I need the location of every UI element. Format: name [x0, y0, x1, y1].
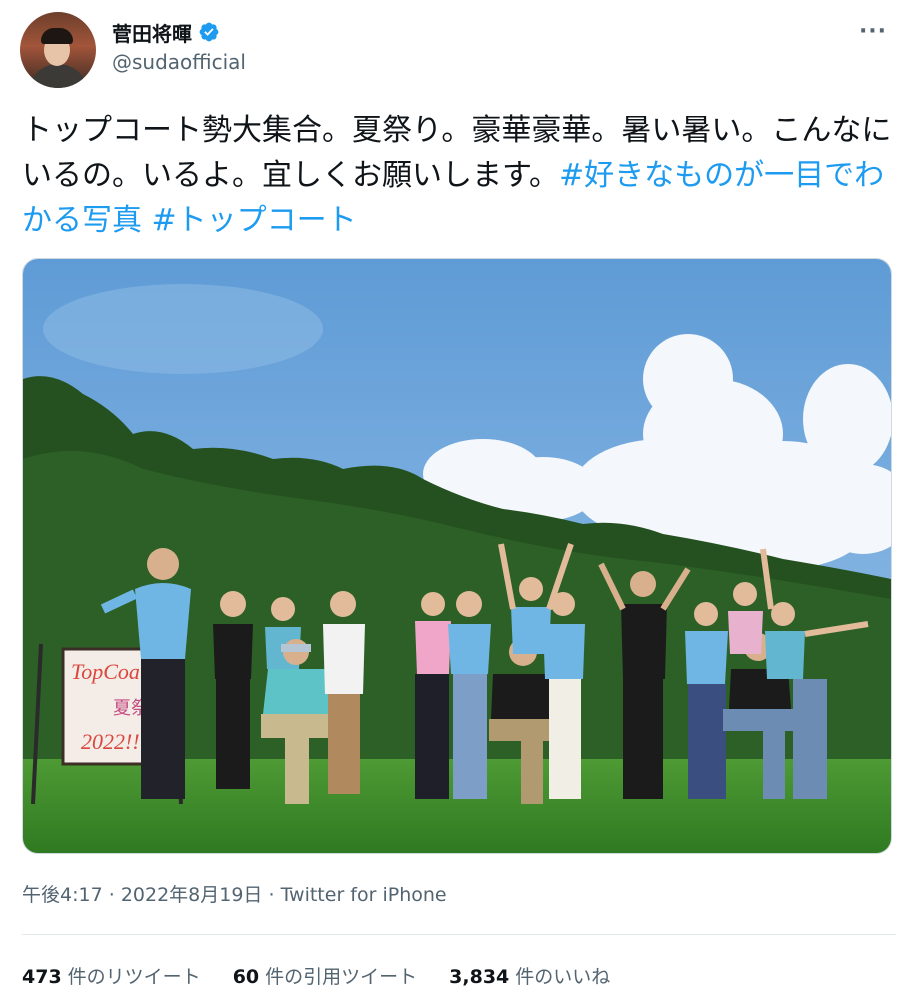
quotes-count: 60 [232, 966, 260, 988]
quotes-label: 件の引用ツイート [265, 966, 418, 988]
retweets-stat[interactable]: 473 件のリツイート [22, 962, 201, 989]
hashtag-link-2[interactable]: #トップコート [152, 203, 357, 238]
likes-count: 3,834 [449, 966, 510, 988]
avatar[interactable] [20, 12, 96, 88]
meta-separator: · [268, 884, 275, 906]
tweet-source[interactable]: Twitter for iPhone [281, 884, 447, 906]
tweet-photo[interactable]: TopCoat 夏祭り 2022!! [22, 258, 892, 854]
divider [22, 934, 896, 935]
display-name[interactable]: 菅田将暉 [112, 18, 192, 47]
avatar-body [28, 64, 88, 88]
tweet-time[interactable]: 午後4:17 [22, 884, 103, 906]
tweet-header: 菅田将暉 @sudaofficial ··· [20, 12, 896, 88]
likes-stat[interactable]: 3,834 件のいいね [449, 962, 610, 989]
verified-badge-icon [199, 22, 219, 42]
tweet-meta: 午後4:17 · 2022年8月19日 · Twitter for iPhone [22, 880, 447, 907]
more-options-icon[interactable]: ··· [856, 16, 890, 46]
name-row: 菅田将暉 [112, 18, 220, 46]
photo-illustration: TopCoat 夏祭り 2022!! [23, 259, 891, 853]
sign-text-3: 2022!! [81, 729, 140, 754]
sign-text-1: TopCoat [71, 659, 147, 684]
quotes-stat[interactable]: 60 件の引用ツイート [233, 962, 417, 989]
avatar-hair [41, 28, 73, 44]
tweet-stats: 473 件のリツイート 60 件の引用ツイート 3,834 件のいいね [22, 962, 610, 989]
likes-label: 件のいいね [515, 966, 611, 988]
user-handle[interactable]: @sudaofficial [112, 50, 246, 74]
tweet-text: トップコート勢大集合。夏祭り。豪華豪華。暑い暑い。こんなにいるの。いるよ。宜しく… [22, 108, 896, 243]
meta-separator: · [108, 884, 115, 906]
retweets-count: 473 [22, 966, 62, 988]
retweets-label: 件のリツイート [67, 966, 201, 988]
tweet-date[interactable]: 2022年8月19日 [121, 884, 263, 906]
